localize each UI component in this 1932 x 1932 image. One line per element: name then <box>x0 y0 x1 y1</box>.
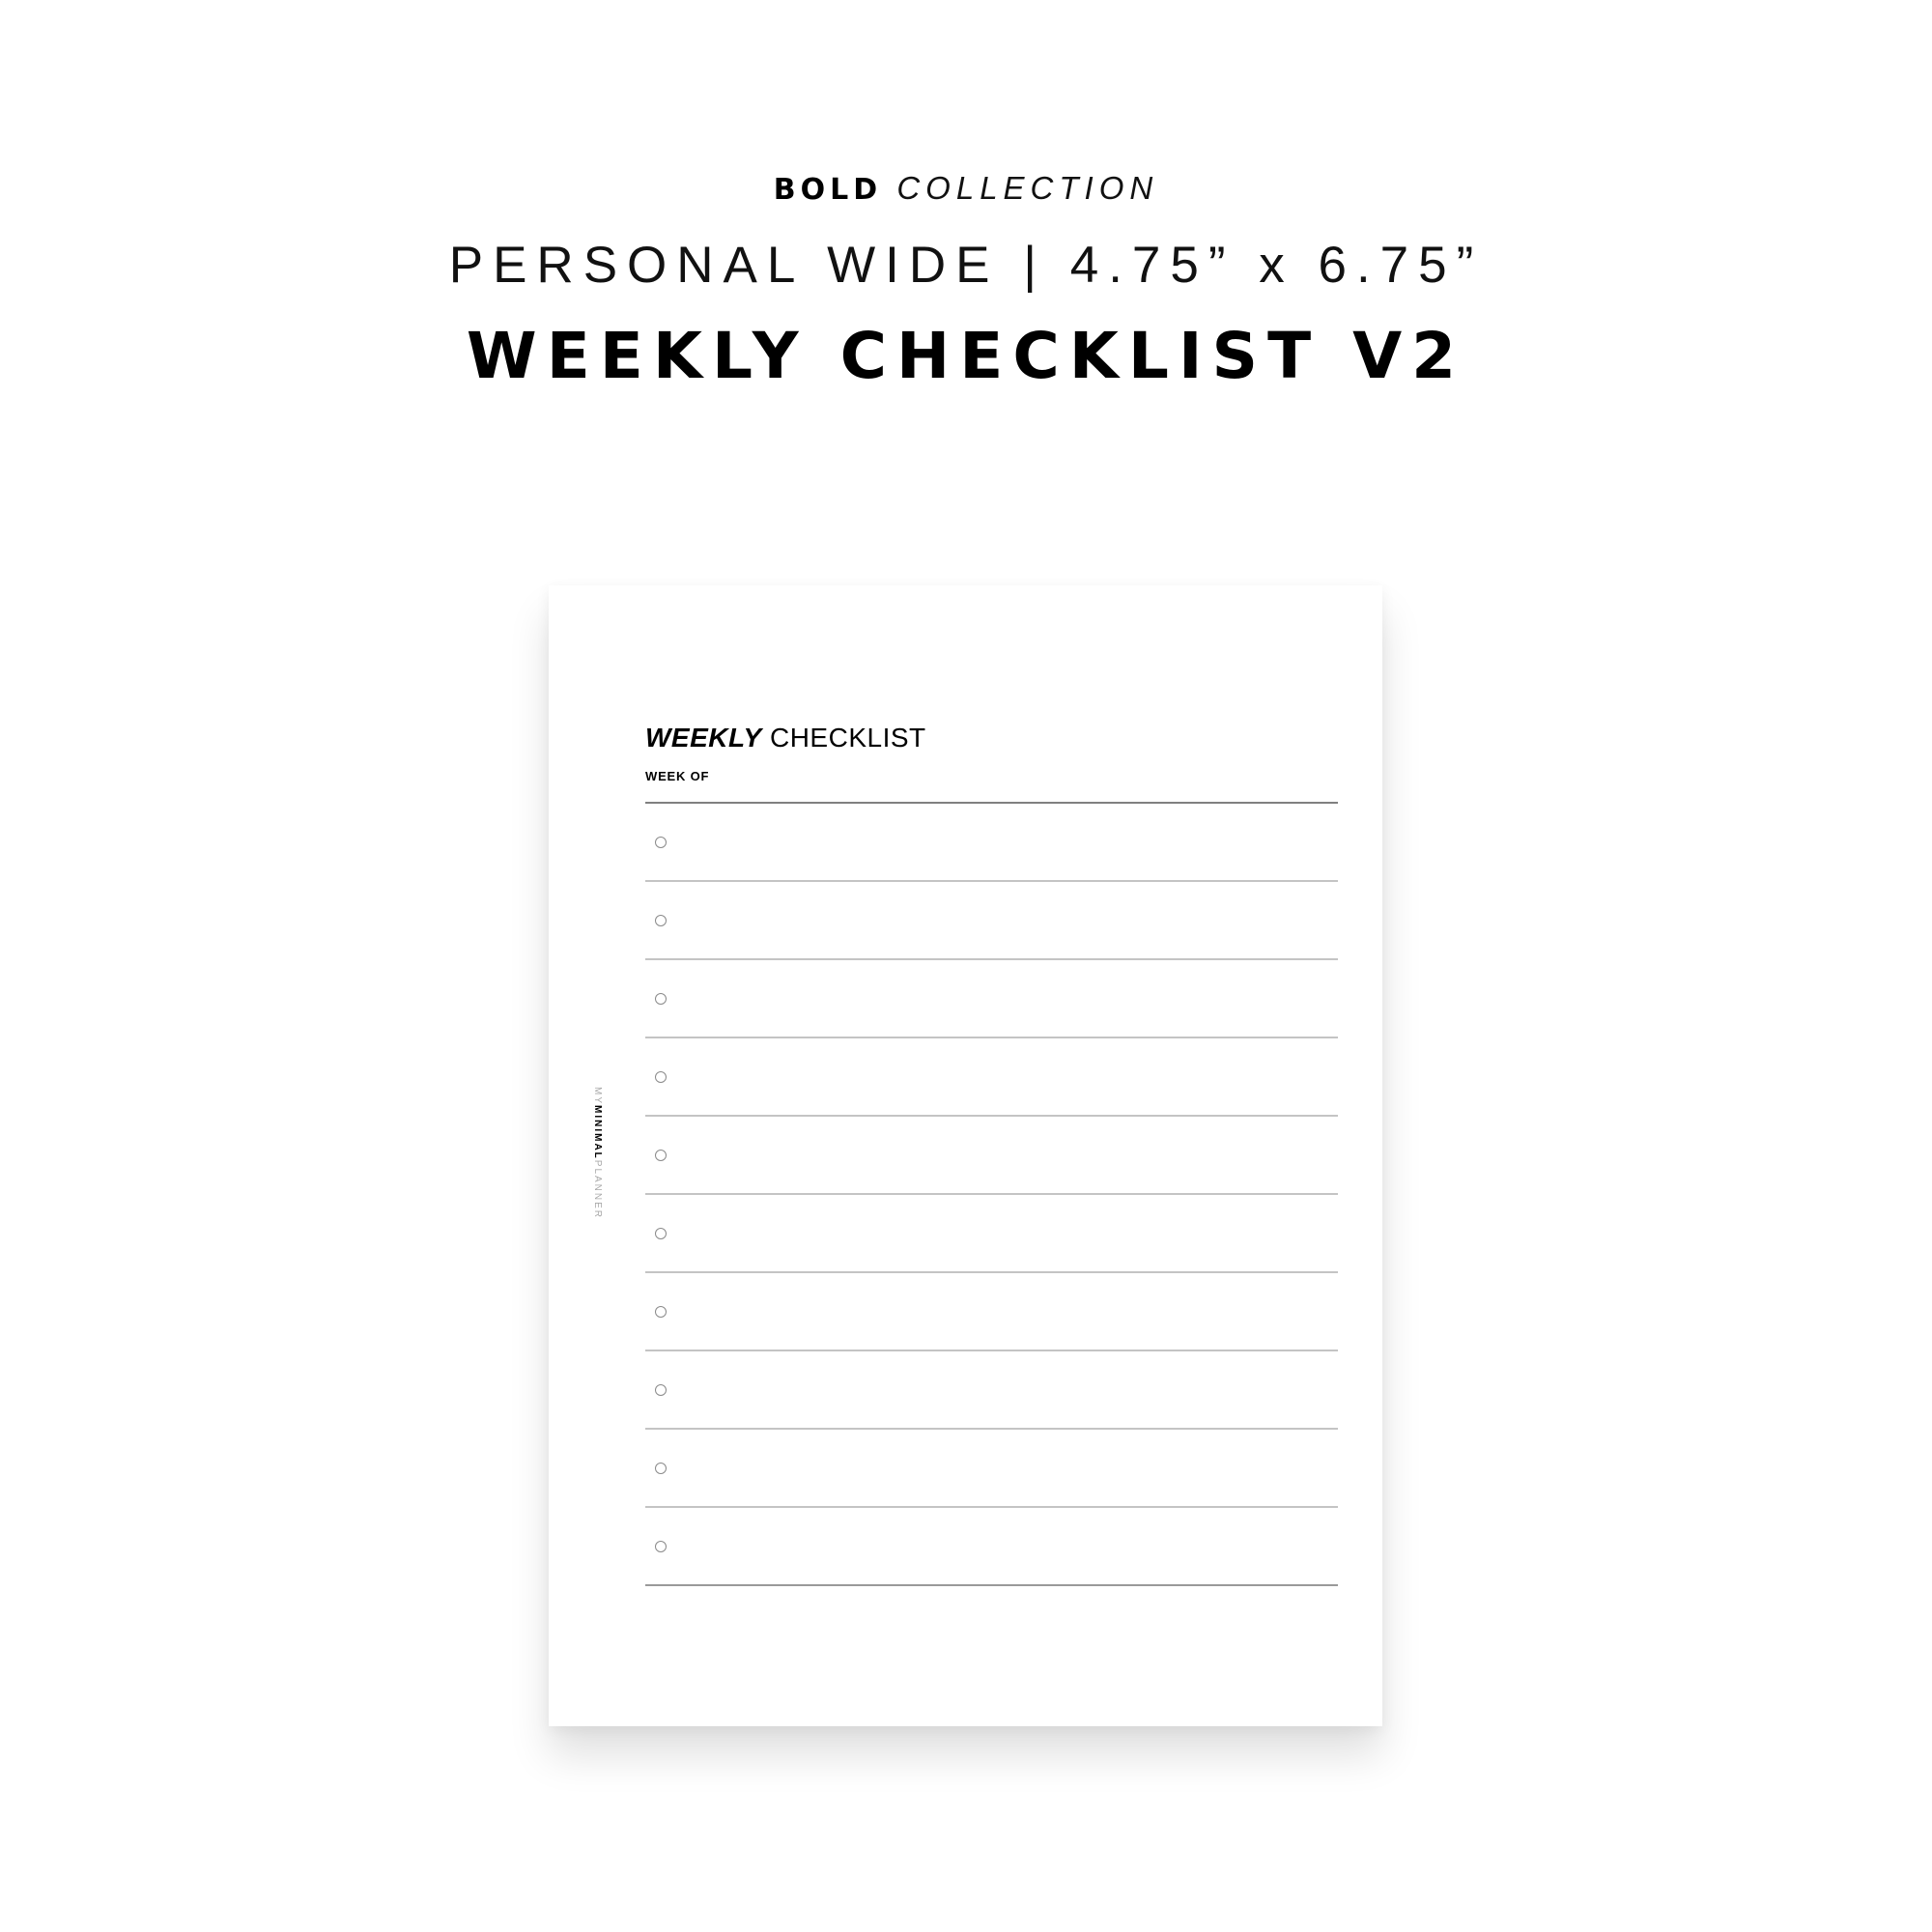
checklist-row[interactable] <box>645 882 1338 960</box>
checkbox-circle-icon[interactable] <box>655 993 667 1005</box>
planner-page: WEEKLY CHECKLIST WEEK OF MYMINIMALPLANNE… <box>549 585 1382 1726</box>
checkbox-circle-icon[interactable] <box>655 837 667 848</box>
checklist-row[interactable] <box>645 1117 1338 1195</box>
brand-prefix: MY <box>592 1087 603 1105</box>
collection-label: BOLD COLLECTION <box>0 170 1932 207</box>
checkbox-circle-icon[interactable] <box>655 1384 667 1396</box>
brand-bold: MINIMAL <box>592 1105 603 1160</box>
checkbox-circle-icon[interactable] <box>655 915 667 926</box>
checkbox-circle-icon[interactable] <box>655 1463 667 1474</box>
page-title-regular: CHECKLIST <box>769 723 926 753</box>
checkbox-circle-icon[interactable] <box>655 1071 667 1083</box>
checklist-row[interactable] <box>645 1195 1338 1273</box>
checkbox-circle-icon[interactable] <box>655 1541 667 1552</box>
checklist-row[interactable] <box>645 1351 1338 1430</box>
week-of-label: WEEK OF <box>645 769 710 783</box>
checklist-row[interactable] <box>645 1508 1338 1586</box>
checklist-row[interactable] <box>645 1038 1338 1117</box>
checkbox-circle-icon[interactable] <box>655 1150 667 1161</box>
page-title: WEEKLY CHECKLIST <box>645 723 926 753</box>
checklist-row[interactable] <box>645 804 1338 882</box>
brand-watermark: MYMINIMALPLANNER <box>592 1087 603 1219</box>
collection-italic: COLLECTION <box>896 170 1159 206</box>
checklist-row[interactable] <box>645 960 1338 1038</box>
checklist-row[interactable] <box>645 1430 1338 1508</box>
checklist <box>645 802 1338 1586</box>
size-label: PERSONAL WIDE | 4.75” x 6.75” <box>448 237 1484 294</box>
brand-suffix: PLANNER <box>592 1159 603 1220</box>
checkbox-circle-icon[interactable] <box>655 1228 667 1239</box>
checkbox-circle-icon[interactable] <box>655 1306 667 1318</box>
collection-bold: BOLD <box>773 173 883 207</box>
product-title: WEEKLY CHECKLIST V2 <box>466 319 1466 393</box>
checklist-row[interactable] <box>645 1273 1338 1351</box>
page-title-italic: WEEKLY <box>645 723 762 753</box>
